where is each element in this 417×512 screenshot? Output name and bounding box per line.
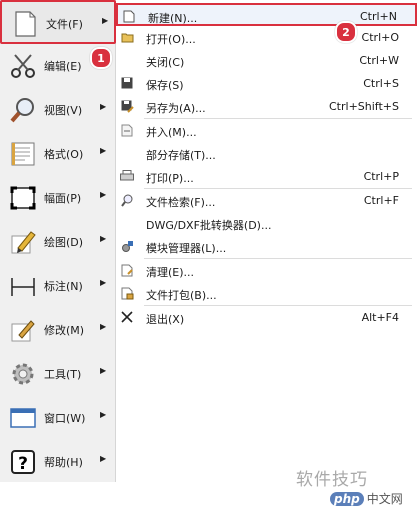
watermark-site-text: 中文网 [366, 492, 403, 506]
menu-item-exit[interactable]: 退出(X) Alt+F4 [116, 306, 417, 329]
menu-view[interactable]: 视图(V) ▶ [0, 88, 116, 132]
menu-format-label: 格式(O) [44, 148, 84, 161]
main-menu-panel: 文件(F) ▶ 编辑(E) ▶ 视图(V) ▶ 格式(O) ▶ 幅面(P) ▶ … [0, 0, 116, 482]
menu-format[interactable]: 格式(O) ▶ [0, 132, 116, 176]
watermark-site: php 中文网 [330, 490, 403, 507]
submenu-arrow-icon: ▶ [100, 410, 107, 419]
menu-item-label: 清理(E)... [146, 266, 195, 279]
menu-modify-label: 修改(M) [44, 324, 85, 337]
menu-item-clean[interactable]: 清理(E)... [116, 259, 417, 282]
menu-item-label: 文件检索(F)... [146, 196, 216, 209]
watermark-text: 软件技巧 [296, 470, 368, 490]
blank-page-icon [8, 8, 42, 40]
menu-item-merge[interactable]: 并入(M)... [116, 119, 417, 142]
menu-modify[interactable]: 修改(M) ▶ [0, 308, 116, 352]
menu-draw-label: 绘图(D) [44, 236, 84, 249]
exit-icon [120, 310, 134, 324]
submenu-arrow-icon: ▶ [100, 322, 107, 331]
window-icon [6, 402, 40, 434]
menu-window[interactable]: 窗口(W) ▶ [0, 396, 116, 440]
page-frame-icon [6, 182, 40, 214]
menu-item-shortcut: Ctrl+W [359, 54, 399, 67]
modify-icon [6, 314, 40, 346]
menu-page-size[interactable]: 幅面(P) ▶ [0, 176, 116, 220]
menu-item-partial-save[interactable]: 部分存储(T)... [116, 142, 417, 165]
open-folder-icon [120, 30, 134, 44]
menu-item-close[interactable]: 关闭(C) Ctrl+W [116, 49, 417, 72]
svg-text:?: ? [18, 454, 28, 474]
menu-item-label: 退出(X) [146, 313, 185, 326]
format-icon [6, 138, 40, 170]
pencil-icon [6, 226, 40, 258]
menu-dimension[interactable]: 标注(N) ▶ [0, 264, 116, 308]
menu-view-label: 视图(V) [44, 104, 83, 117]
submenu-arrow-icon: ▶ [100, 102, 107, 111]
menu-file[interactable]: 文件(F) ▶ [0, 0, 116, 44]
submenu-arrow-icon: ▶ [100, 366, 107, 375]
submenu-arrow-icon: ▶ [102, 16, 109, 25]
menu-item-label: 关闭(C) [146, 56, 185, 69]
menu-item-shortcut: Ctrl+F [363, 194, 399, 207]
menu-item-label: 并入(M)... [146, 126, 197, 139]
menu-item-dwg-converter[interactable]: DWG/DXF批转换器(D)... [116, 212, 417, 235]
menu-page-size-label: 幅面(P) [44, 192, 82, 205]
menu-item-package[interactable]: 文件打包(B)... [116, 282, 417, 305]
menu-item-label: 部分存储(T)... [146, 149, 216, 162]
scissors-icon [6, 50, 40, 82]
menu-item-label: 文件打包(B)... [146, 289, 217, 302]
menu-item-label: 模块管理器(L)... [146, 242, 227, 255]
help-icon: ? [6, 446, 40, 478]
menu-item-label: 保存(S) [146, 79, 184, 92]
menu-edit-label: 编辑(E) [44, 60, 82, 73]
module-manager-icon [120, 239, 134, 253]
submenu-arrow-icon: ▶ [100, 454, 107, 463]
menu-dimension-label: 标注(N) [44, 280, 83, 293]
menu-item-shortcut: Ctrl+N [359, 10, 397, 23]
menu-item-file-search[interactable]: 文件检索(F)... Ctrl+F [116, 189, 417, 212]
new-file-icon [122, 9, 136, 23]
menu-item-save-as[interactable]: 另存为(A)... Ctrl+Shift+S [116, 95, 417, 118]
dimension-icon [6, 270, 40, 302]
submenu-arrow-icon: ▶ [100, 190, 107, 199]
menu-window-label: 窗口(W) [44, 412, 86, 425]
submenu-arrow-icon: ▶ [100, 278, 107, 287]
menu-tools[interactable]: 工具(T) ▶ [0, 352, 116, 396]
callout-badge-2: 2 [335, 21, 357, 43]
menu-tools-label: 工具(T) [44, 368, 82, 381]
save-icon [120, 76, 134, 90]
menu-item-module-manager[interactable]: 模块管理器(L)... [116, 235, 417, 258]
menu-help-label: 帮助(H) [44, 456, 83, 469]
clean-icon [120, 263, 134, 277]
merge-icon [120, 123, 134, 137]
package-icon [120, 286, 134, 300]
menu-item-shortcut: Ctrl+S [363, 77, 399, 90]
menu-item-label: 另存为(A)... [146, 102, 206, 115]
menu-help[interactable]: ? 帮助(H) ▶ [0, 440, 116, 484]
submenu-arrow-icon: ▶ [100, 146, 107, 155]
menu-item-label: DWG/DXF批转换器(D)... [146, 219, 272, 232]
printer-icon [120, 169, 134, 183]
menu-file-label: 文件(F) [46, 18, 83, 31]
menu-item-label: 打开(O)... [146, 33, 196, 46]
menu-item-shortcut: Ctrl+P [363, 170, 399, 183]
menu-item-print[interactable]: 打印(P)... Ctrl+P [116, 165, 417, 188]
menu-item-label: 新建(N)... [148, 12, 198, 25]
submenu-arrow-icon: ▶ [100, 234, 107, 243]
menu-item-shortcut: Ctrl+Shift+S [329, 100, 399, 113]
menu-item-open[interactable]: 打开(O)... Ctrl+O [116, 26, 417, 49]
menu-item-shortcut: Alt+F4 [361, 311, 399, 324]
menu-item-save[interactable]: 保存(S) Ctrl+S [116, 72, 417, 95]
menu-item-shortcut: Ctrl+O [361, 31, 399, 44]
file-search-icon [120, 193, 134, 207]
gear-icon [6, 358, 40, 390]
magnifier-icon [6, 94, 40, 126]
save-as-icon [120, 99, 134, 113]
menu-item-new[interactable]: 新建(N)... Ctrl+N [116, 3, 417, 26]
menu-item-label: 打印(P)... [146, 172, 194, 185]
php-logo: php [330, 492, 364, 506]
menu-draw[interactable]: 绘图(D) ▶ [0, 220, 116, 264]
file-submenu: 新建(N)... Ctrl+N 打开(O)... Ctrl+O 关闭(C) Ct… [116, 0, 417, 482]
callout-badge-1: 1 [90, 47, 112, 69]
